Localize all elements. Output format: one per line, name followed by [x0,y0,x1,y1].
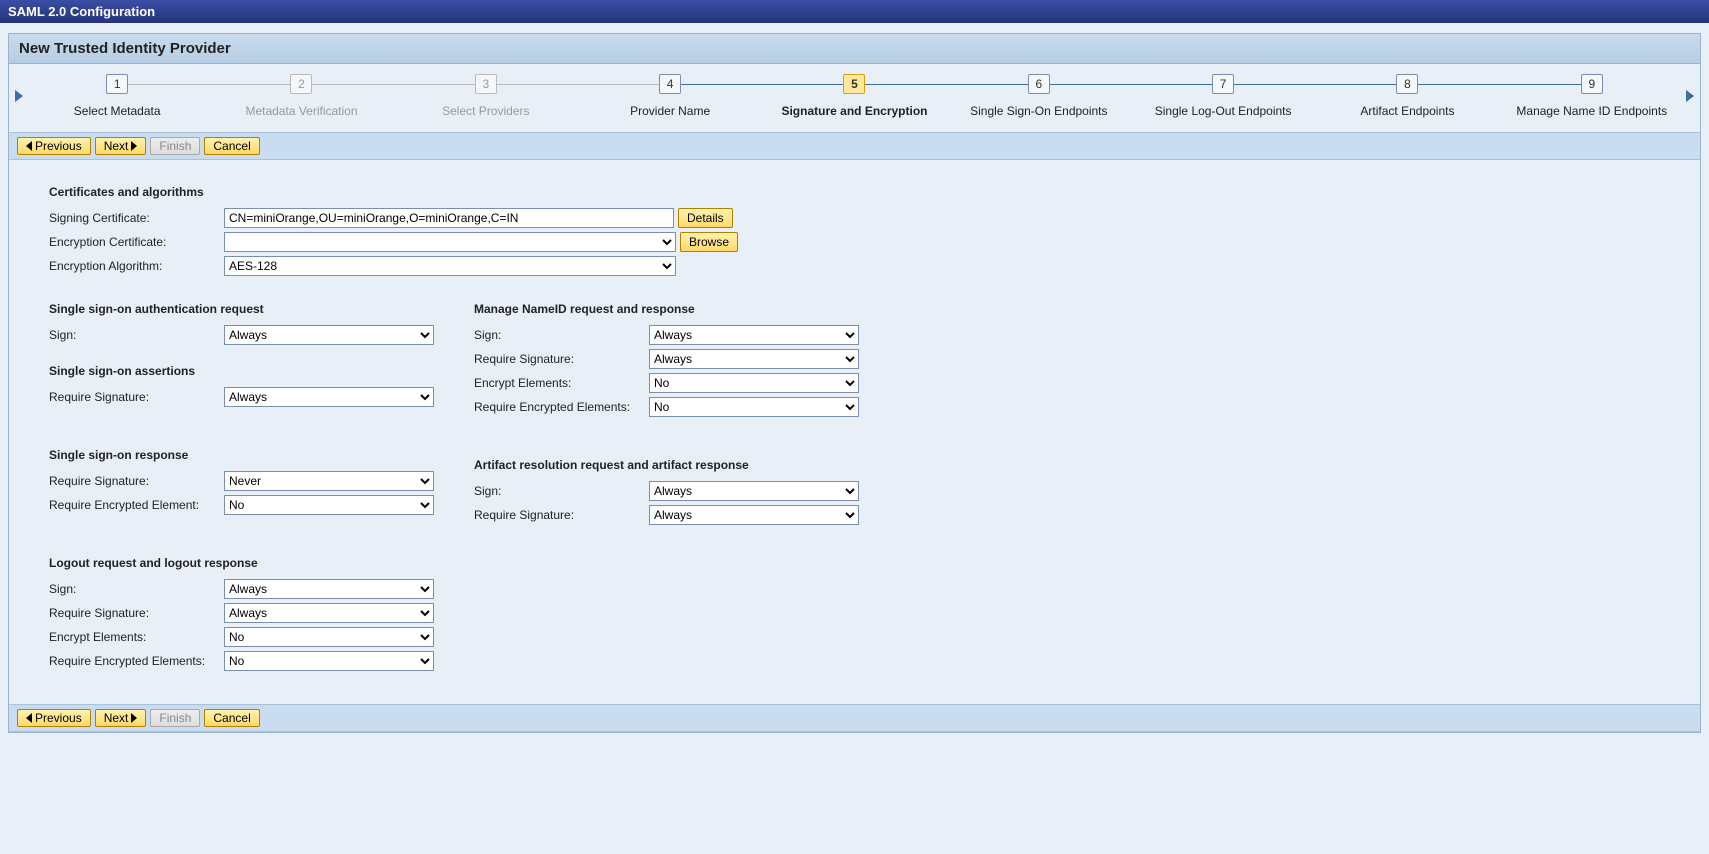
nameid-title: Manage NameID request and response [474,302,859,316]
signing-certificate-label: Signing Certificate: [49,211,224,225]
wizard-step-3[interactable]: 3 Select Providers [394,74,578,118]
roadmap-end-icon [1686,90,1694,102]
step-label: Select Metadata [25,104,209,118]
nameid-enc-select[interactable]: No [649,373,859,393]
step-number: 1 [106,74,128,94]
step-label: Select Providers [394,104,578,118]
button-bar-bottom: Previous Next Finish Cancel [9,704,1700,732]
triangle-right-icon [131,713,137,723]
next-button-bottom[interactable]: Next [95,709,147,727]
step-label: Metadata Verification [209,104,393,118]
sso-resp-reqenc-label: Require Encrypted Element: [49,498,224,512]
triangle-right-icon [131,141,137,151]
sso-resp-title: Single sign-on response [49,448,434,462]
app-title: SAML 2.0 Configuration [0,0,1709,23]
nameid-enc-label: Encrypt Elements: [474,376,649,390]
wizard-step-5[interactable]: 5 Signature and Encryption [762,74,946,118]
next-button[interactable]: Next [95,137,147,155]
nameid-reqsig-select[interactable]: Always [649,349,859,369]
button-bar-top: Previous Next Finish Cancel [9,132,1700,160]
logout-title: Logout request and logout response [49,556,434,570]
logout-enc-label: Encrypt Elements: [49,630,224,644]
form-area: Certificates and algorithms Signing Cert… [9,160,1700,704]
triangle-left-icon [26,713,32,723]
wizard-roadmap: 1 Select Metadata 2 Metadata Verification 3 S… [9,64,1700,132]
step-number: 2 [290,74,312,94]
nameid-reqenc-select[interactable]: No [649,397,859,417]
step-number: 5 [843,74,865,94]
step-number: 8 [1396,74,1418,94]
signing-certificate-field[interactable] [224,208,674,228]
wizard-step-8[interactable]: 8 Artifact Endpoints [1315,74,1499,118]
sso-assert-reqsig-label: Require Signature: [49,390,224,404]
wizard-step-2[interactable]: 2 Metadata Verification [209,74,393,118]
artifact-reqsig-label: Require Signature: [474,508,649,522]
details-button[interactable]: Details [678,208,733,228]
step-label: Artifact Endpoints [1315,104,1499,118]
sso-resp-reqenc-select[interactable]: No [224,495,434,515]
step-label: Provider Name [578,104,762,118]
nameid-reqenc-label: Require Encrypted Elements: [474,400,649,414]
finish-button-bottom[interactable]: Finish [150,709,200,727]
panel-title: New Trusted Identity Provider [9,34,1700,64]
cancel-button-bottom[interactable]: Cancel [204,709,259,727]
wizard-panel: New Trusted Identity Provider 1 Select Me… [8,33,1701,733]
artifact-sign-select[interactable]: Always [649,481,859,501]
step-number: 7 [1212,74,1234,94]
sso-auth-title: Single sign-on authentication request [49,302,434,316]
wizard-step-1[interactable]: 1 Select Metadata [25,74,209,118]
roadmap-start-icon [15,90,23,102]
sso-resp-reqsig-label: Require Signature: [49,474,224,488]
encryption-algorithm-select[interactable]: AES-128 [224,256,676,276]
encryption-certificate-label: Encryption Certificate: [49,235,224,249]
previous-button[interactable]: Previous [17,137,91,155]
step-number: 3 [475,74,497,94]
sso-assert-reqsig-select[interactable]: Always [224,387,434,407]
encryption-certificate-select[interactable] [224,232,676,252]
artifact-sign-label: Sign: [474,484,649,498]
logout-reqsig-label: Require Signature: [49,606,224,620]
step-number: 4 [659,74,681,94]
certificates-section-title: Certificates and algorithms [49,185,1670,199]
step-label: Signature and Encryption [762,104,946,118]
browse-button[interactable]: Browse [680,232,738,252]
logout-sign-select[interactable]: Always [224,579,434,599]
wizard-step-7[interactable]: 7 Single Log-Out Endpoints [1131,74,1315,118]
wizard-step-6[interactable]: 6 Single Sign-On Endpoints [947,74,1131,118]
artifact-reqsig-select[interactable]: Always [649,505,859,525]
logout-reqenc-select[interactable]: No [224,651,434,671]
triangle-left-icon [26,141,32,151]
step-label: Single Sign-On Endpoints [947,104,1131,118]
wizard-step-4[interactable]: 4 Provider Name [578,74,762,118]
sso-assert-title: Single sign-on assertions [49,364,434,378]
step-number: 9 [1581,74,1603,94]
step-number: 6 [1028,74,1050,94]
logout-sign-label: Sign: [49,582,224,596]
nameid-sign-label: Sign: [474,328,649,342]
encryption-algorithm-label: Encryption Algorithm: [49,259,224,273]
logout-enc-select[interactable]: No [224,627,434,647]
wizard-step-9[interactable]: 9 Manage Name ID Endpoints [1500,74,1684,118]
sso-resp-reqsig-select[interactable]: Never [224,471,434,491]
sso-auth-sign-label: Sign: [49,328,224,342]
step-label: Single Log-Out Endpoints [1131,104,1315,118]
finish-button[interactable]: Finish [150,137,200,155]
previous-button-bottom[interactable]: Previous [17,709,91,727]
logout-reqenc-label: Require Encrypted Elements: [49,654,224,668]
cancel-button[interactable]: Cancel [204,137,259,155]
nameid-reqsig-label: Require Signature: [474,352,649,366]
nameid-sign-select[interactable]: Always [649,325,859,345]
sso-auth-sign-select[interactable]: Always [224,325,434,345]
step-label: Manage Name ID Endpoints [1500,104,1684,118]
logout-reqsig-select[interactable]: Always [224,603,434,623]
artifact-title: Artifact resolution request and artifact… [474,458,859,472]
